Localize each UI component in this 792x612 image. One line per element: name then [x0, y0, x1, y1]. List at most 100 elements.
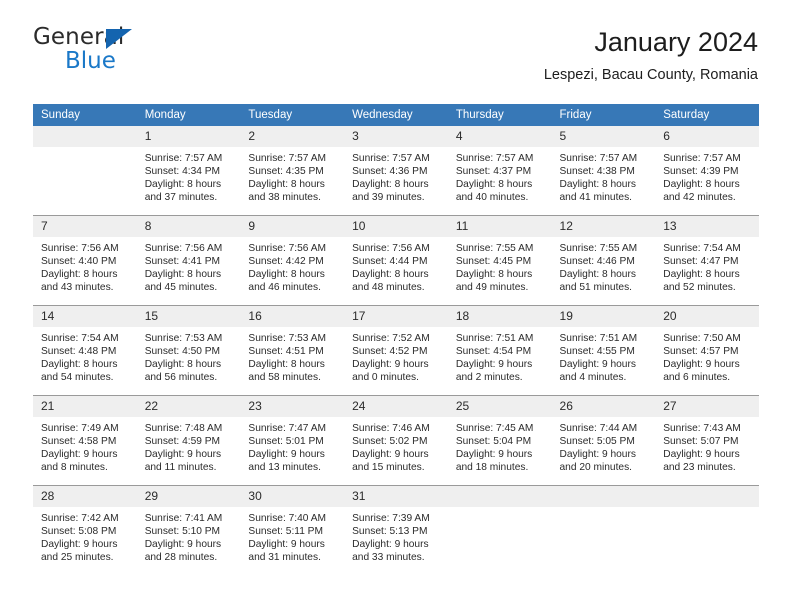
- day-number[interactable]: 23: [240, 396, 344, 417]
- page-title: January 2024: [594, 27, 758, 57]
- day-number[interactable]: 30: [240, 486, 344, 507]
- day-number[interactable]: 25: [448, 396, 552, 417]
- day-cell: Sunrise: 7:51 AM Sunset: 4:55 PM Dayligh…: [552, 327, 656, 395]
- day-cell: Sunrise: 7:52 AM Sunset: 4:52 PM Dayligh…: [344, 327, 448, 395]
- day-number[interactable]: 28: [33, 486, 137, 507]
- day-cell: Sunrise: 7:56 AM Sunset: 4:41 PM Dayligh…: [137, 237, 241, 305]
- day-number[interactable]: 9: [240, 216, 344, 237]
- day-number[interactable]: 22: [137, 396, 241, 417]
- daylight-line-1: Daylight: 8 hours: [144, 359, 222, 371]
- sunset-line: Sunset: 4:51 PM: [248, 346, 324, 358]
- day-cell: Sunrise: 7:57 AM Sunset: 4:38 PM Dayligh…: [552, 147, 656, 215]
- day-number[interactable]: [448, 486, 552, 507]
- day-number[interactable]: 24: [344, 396, 448, 417]
- calendar-week-row: 7 8 9 10 11 12 13 Sunrise: 7:56 AM Sunse…: [33, 215, 759, 305]
- sunset-line: Sunset: 4:48 PM: [41, 346, 117, 358]
- sunset-line: Sunset: 4:41 PM: [144, 256, 221, 268]
- daylight-line-1: Daylight: 8 hours: [144, 179, 222, 191]
- page-header: General Blue January 2024 Lespezi, Bacau…: [33, 26, 758, 98]
- sunset-line: Sunset: 4:45 PM: [455, 256, 532, 268]
- day-number[interactable]: 29: [137, 486, 241, 507]
- day-number[interactable]: 19: [552, 306, 656, 327]
- sunrise-line: Sunrise: 7:56 AM: [144, 243, 223, 254]
- week-date-band: 28 29 30 31: [33, 486, 759, 507]
- daylight-line-1: Daylight: 8 hours: [248, 269, 325, 281]
- day-number[interactable]: 11: [448, 216, 552, 237]
- day-number[interactable]: [552, 486, 656, 507]
- sunrise-line: Sunrise: 7:48 AM: [144, 423, 223, 434]
- day-number[interactable]: 17: [344, 306, 448, 327]
- day-number[interactable]: 15: [137, 306, 241, 327]
- day-number[interactable]: 14: [33, 306, 137, 327]
- daylight-line-1: Daylight: 9 hours: [559, 449, 636, 461]
- daylight-line-2: and 49 minutes.: [455, 282, 529, 294]
- day-number[interactable]: 8: [137, 216, 241, 237]
- day-cell: Sunrise: 7:53 AM Sunset: 4:50 PM Dayligh…: [137, 327, 241, 395]
- daylight-line-2: and 23 minutes.: [663, 462, 736, 474]
- day-number[interactable]: 2: [240, 126, 344, 147]
- weekday-header-thursday: Thursday: [455, 109, 504, 121]
- sunset-line: Sunset: 4:36 PM: [352, 166, 428, 178]
- day-number[interactable]: 3: [344, 126, 448, 147]
- day-number[interactable]: 16: [240, 306, 344, 327]
- day-number[interactable]: 31: [344, 486, 448, 507]
- sunset-line: Sunset: 4:38 PM: [559, 166, 635, 178]
- sunrise-line: Sunrise: 7:54 AM: [41, 333, 119, 344]
- day-cell: Sunrise: 7:39 AM Sunset: 5:13 PM Dayligh…: [344, 507, 448, 575]
- daylight-line-1: Daylight: 9 hours: [455, 359, 533, 371]
- week-detail-band: Sunrise: 7:56 AM Sunset: 4:40 PM Dayligh…: [33, 237, 759, 305]
- daylight-line-2: and 45 minutes.: [144, 282, 218, 294]
- day-number[interactable]: 21: [33, 396, 137, 417]
- sunrise-line: Sunrise: 7:55 AM: [559, 243, 638, 254]
- week-detail-band: Sunrise: 7:42 AM Sunset: 5:08 PM Dayligh…: [33, 507, 759, 575]
- sunrise-line: Sunrise: 7:40 AM: [248, 513, 326, 524]
- day-number[interactable]: 12: [552, 216, 656, 237]
- calendar-week-row: 21 22 23 24 25 26 27 Sunrise: 7:49 AM Su…: [33, 395, 759, 485]
- day-cell: Sunrise: 7:50 AM Sunset: 4:57 PM Dayligh…: [655, 327, 759, 395]
- day-number[interactable]: 4: [448, 126, 552, 147]
- day-number[interactable]: 27: [655, 396, 759, 417]
- day-cell: Sunrise: 7:57 AM Sunset: 4:34 PM Dayligh…: [137, 147, 241, 215]
- calendar-table: Sunday Monday Tuesday Wednesday Thursday…: [33, 104, 759, 575]
- day-number[interactable]: 5: [552, 126, 656, 147]
- sunrise-line: Sunrise: 7:57 AM: [663, 153, 741, 164]
- sunset-line: Sunset: 5:05 PM: [559, 436, 635, 448]
- day-number[interactable]: 18: [448, 306, 552, 327]
- logo-text-blue: Blue: [65, 48, 116, 74]
- daylight-line-2: and 46 minutes.: [248, 282, 321, 294]
- day-cell: Sunrise: 7:57 AM Sunset: 4:37 PM Dayligh…: [448, 147, 552, 215]
- day-number[interactable]: 10: [344, 216, 448, 237]
- day-cell: Sunrise: 7:54 AM Sunset: 4:48 PM Dayligh…: [33, 327, 137, 395]
- daylight-line-2: and 56 minutes.: [144, 372, 218, 384]
- daylight-line-1: Daylight: 8 hours: [248, 179, 325, 191]
- day-number[interactable]: 1: [137, 126, 241, 147]
- week-detail-band: Sunrise: 7:57 AM Sunset: 4:34 PM Dayligh…: [33, 147, 759, 215]
- day-number[interactable]: 20: [655, 306, 759, 327]
- daylight-line-1: Daylight: 9 hours: [352, 539, 429, 551]
- day-number[interactable]: [33, 126, 137, 147]
- sunset-line: Sunset: 4:39 PM: [663, 166, 739, 178]
- sunrise-line: Sunrise: 7:47 AM: [248, 423, 326, 434]
- day-cell: Sunrise: 7:47 AM Sunset: 5:01 PM Dayligh…: [240, 417, 344, 485]
- day-cell: Sunrise: 7:57 AM Sunset: 4:36 PM Dayligh…: [344, 147, 448, 215]
- daylight-line-1: Daylight: 9 hours: [144, 449, 222, 461]
- day-number[interactable]: 26: [552, 396, 656, 417]
- week-date-band: 1 2 3 4 5 6: [33, 126, 759, 147]
- daylight-line-1: Daylight: 9 hours: [559, 359, 636, 371]
- day-number[interactable]: [655, 486, 759, 507]
- day-number[interactable]: 7: [33, 216, 137, 237]
- sunset-line: Sunset: 5:11 PM: [248, 526, 323, 538]
- sunset-line: Sunset: 5:01 PM: [248, 436, 324, 448]
- daylight-line-2: and 0 minutes.: [352, 372, 419, 384]
- sunset-line: Sunset: 5:04 PM: [455, 436, 532, 448]
- day-number[interactable]: 6: [655, 126, 759, 147]
- day-number[interactable]: 13: [655, 216, 759, 237]
- sunrise-line: Sunrise: 7:44 AM: [559, 423, 638, 434]
- daylight-line-2: and 39 minutes.: [352, 192, 425, 204]
- sunset-line: Sunset: 4:46 PM: [559, 256, 635, 268]
- day-cell: Sunrise: 7:41 AM Sunset: 5:10 PM Dayligh…: [137, 507, 241, 575]
- daylight-line-2: and 13 minutes.: [248, 462, 321, 474]
- sunrise-line: Sunrise: 7:42 AM: [41, 513, 119, 524]
- daylight-line-1: Daylight: 9 hours: [352, 359, 429, 371]
- daylight-line-2: and 41 minutes.: [559, 192, 633, 204]
